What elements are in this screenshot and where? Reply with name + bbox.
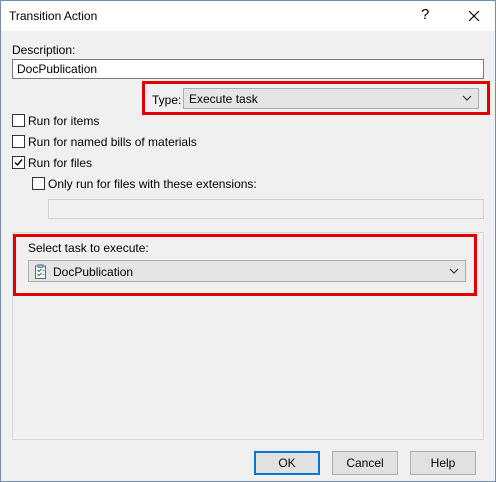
transition-action-dialog: Transition Action ? Description: DocPubl… xyxy=(0,0,496,482)
only-extensions-label: Only run for files with these extensions… xyxy=(48,177,257,191)
extensions-field[interactable] xyxy=(48,199,484,219)
run-for-items-checkbox[interactable] xyxy=(12,114,25,127)
description-field[interactable]: DocPublication xyxy=(12,59,484,79)
type-highlight-box xyxy=(142,81,490,115)
help-title-button[interactable]: ? xyxy=(421,6,429,23)
close-button[interactable] xyxy=(459,4,489,28)
run-for-boms-checkbox[interactable] xyxy=(12,135,25,148)
help-button[interactable]: Help xyxy=(410,451,476,475)
title-bar: Transition Action ? xyxy=(1,1,495,31)
close-icon xyxy=(468,10,480,22)
cancel-button[interactable]: Cancel xyxy=(332,451,398,475)
description-label: Description: xyxy=(12,43,76,57)
window-title: Transition Action xyxy=(9,9,98,23)
ok-button[interactable]: OK xyxy=(254,451,320,475)
only-extensions-checkbox[interactable] xyxy=(32,177,45,190)
run-for-boms-label: Run for named bills of materials xyxy=(28,135,197,149)
run-for-files-checkbox[interactable] xyxy=(12,156,25,169)
run-for-items-label: Run for items xyxy=(28,114,100,128)
task-highlight-box xyxy=(13,234,477,296)
checkmark-icon xyxy=(14,159,23,167)
run-for-files-label: Run for files xyxy=(28,156,93,170)
